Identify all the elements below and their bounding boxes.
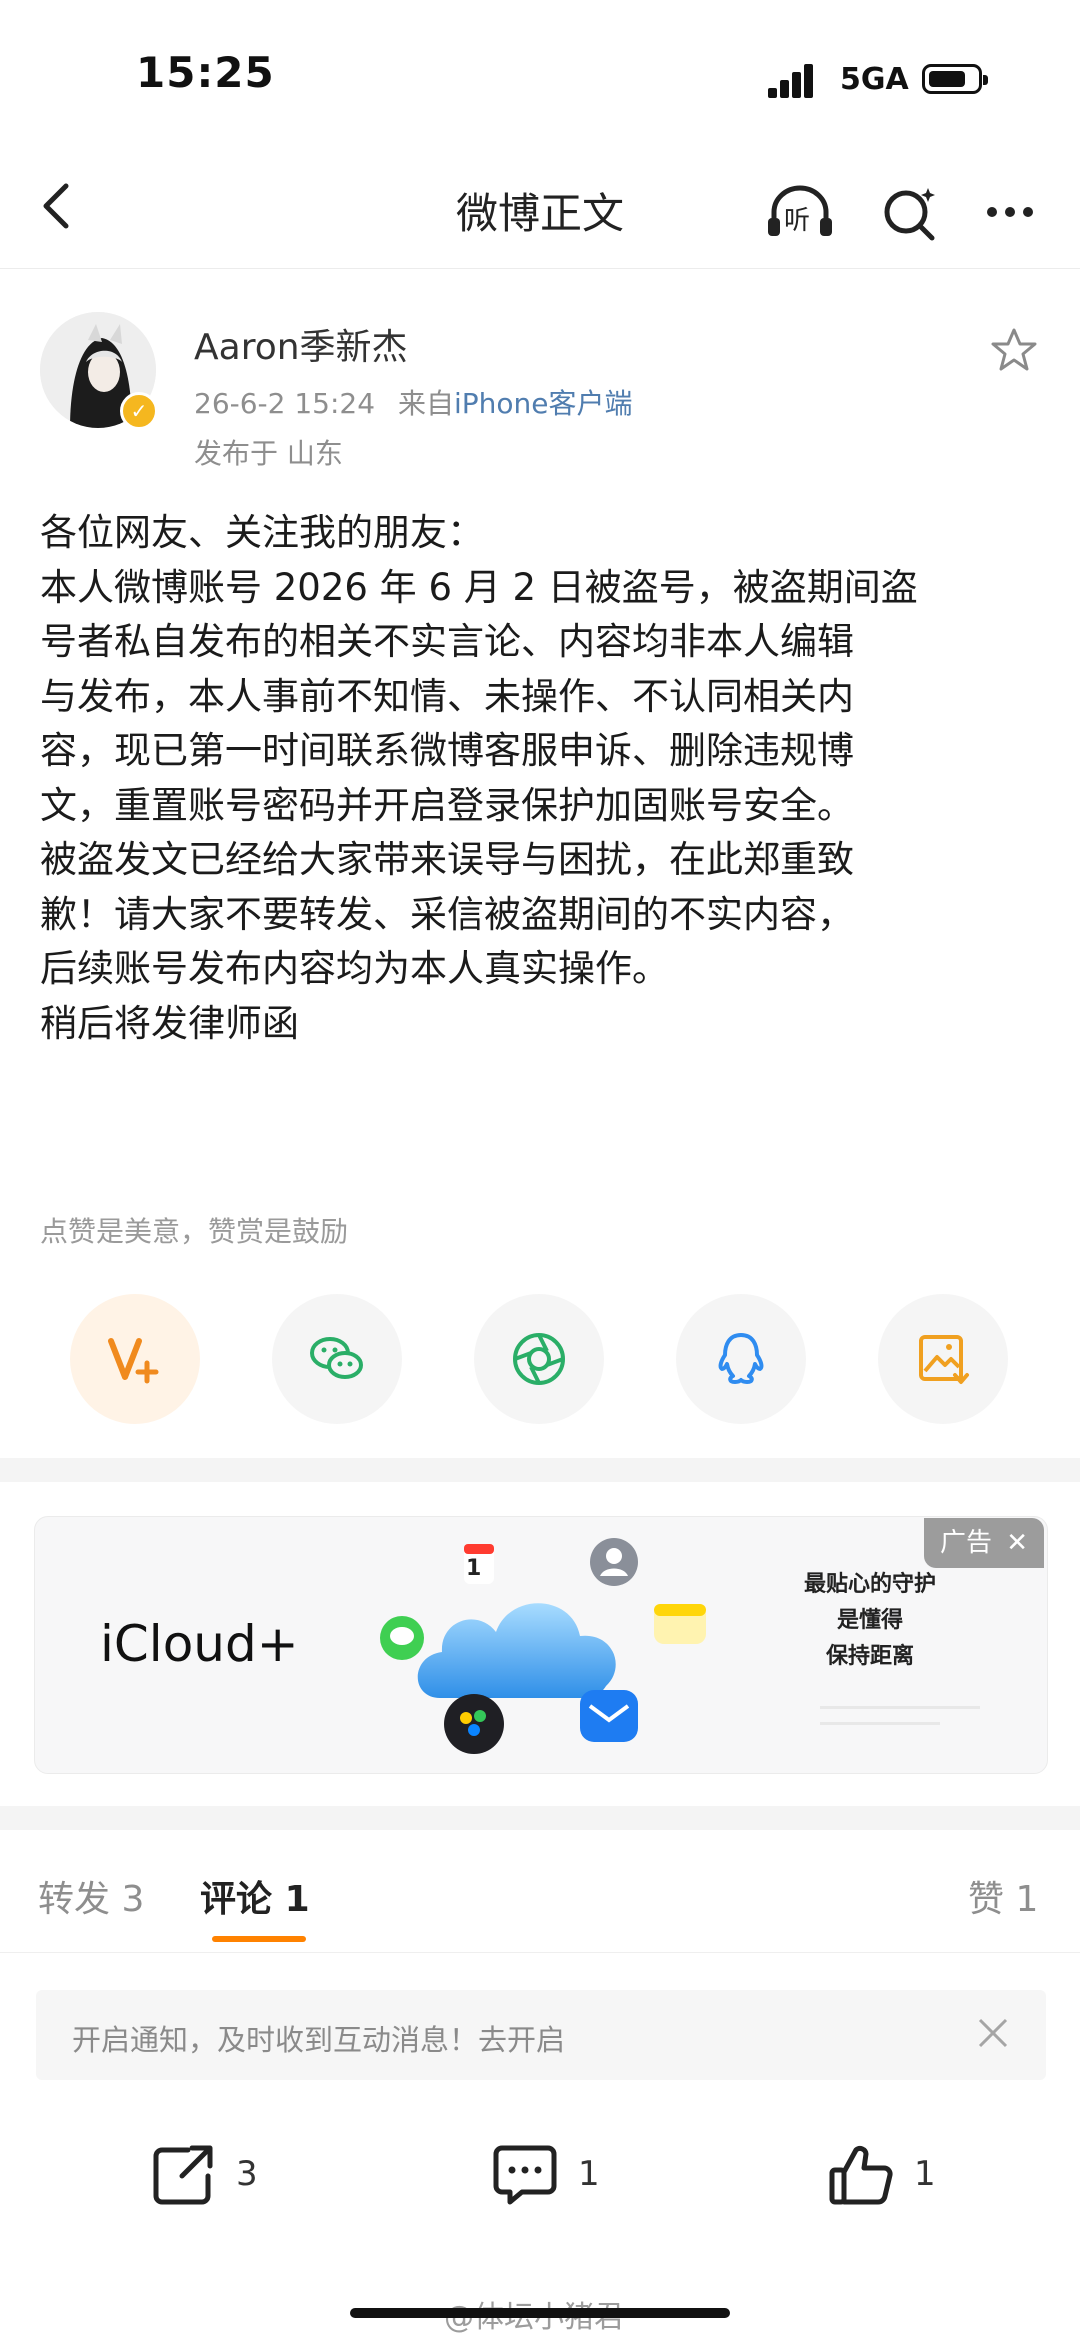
like-thumb-icon[interactable] bbox=[826, 2140, 896, 2210]
tab-repost-count: 3 bbox=[121, 1879, 145, 1920]
tab-comment-label: 评论 bbox=[200, 1879, 273, 1920]
post-line: 本人微博账号 2026 年 6 月 2 日被盗号，被盗期间盗 bbox=[40, 565, 918, 609]
save-image-button[interactable] bbox=[878, 1294, 1008, 1424]
ad-brand: iCloud+ bbox=[100, 1615, 299, 1673]
ad-tagline-1: 最贴心的守护 bbox=[803, 1572, 936, 1597]
tabs-divider bbox=[0, 1952, 1080, 1953]
repost-count: 3 bbox=[236, 2154, 258, 2194]
post-location: 发布于 山东 bbox=[194, 437, 343, 470]
moments-icon bbox=[513, 1333, 565, 1385]
post-body: 各位网友、关注我的朋友： 本人微博账号 2026 年 6 月 2 日被盗号，被盗… bbox=[40, 506, 1050, 1051]
nav-divider bbox=[0, 268, 1080, 269]
reward-button[interactable] bbox=[70, 1294, 200, 1424]
post-line: 容，现已第一时间联系微博客服申诉、删除违规博 bbox=[40, 729, 854, 772]
post-line: 号者私自发布的相关不实言论、内容均非本人编辑 bbox=[40, 620, 854, 663]
post-line: 各位网友、关注我的朋友： bbox=[40, 511, 484, 554]
post-source-prefix: 来自 bbox=[397, 387, 454, 420]
reward-tip: 点赞是美意，赞赏是鼓励 bbox=[40, 1215, 349, 1248]
ad-tagline-3: 保持距离 bbox=[825, 1644, 914, 1669]
home-indicator[interactable] bbox=[350, 2308, 730, 2318]
comment-icon[interactable] bbox=[490, 2140, 560, 2210]
post-line: 稍后将发律师函 bbox=[40, 1001, 299, 1045]
close-icon[interactable] bbox=[972, 2012, 1014, 2054]
comment-count: 1 bbox=[578, 2154, 600, 2194]
network-label: 5GA bbox=[840, 62, 909, 97]
ad-calendar-number: 1 bbox=[466, 1556, 482, 1581]
icloud-illustration bbox=[380, 1538, 706, 1754]
tab-like-label: 赞 bbox=[968, 1879, 1005, 1920]
ad-tag[interactable]: 广告 ✕ bbox=[924, 1518, 1044, 1568]
more-icon[interactable] bbox=[978, 182, 1050, 244]
post-line: 后续账号发布内容均为本人真实操作。 bbox=[40, 947, 669, 990]
reward-v-icon bbox=[108, 1338, 159, 1384]
share-qq-button[interactable] bbox=[676, 1294, 806, 1424]
verified-badge-icon: ✓ bbox=[120, 392, 158, 430]
post-line: 与发布，本人事前不知情、未操作、不认同相关内 bbox=[40, 674, 854, 718]
share-moments-button[interactable] bbox=[474, 1294, 604, 1424]
listen-icon[interactable]: 听 bbox=[764, 182, 836, 244]
tab-comment-count: 1 bbox=[284, 1879, 310, 1920]
search-icon[interactable] bbox=[876, 182, 948, 244]
tab-comment[interactable]: 评论 1 bbox=[200, 1870, 310, 1922]
signal-icon bbox=[768, 62, 824, 98]
ad-tagline-2: 是懂得 bbox=[836, 1608, 903, 1633]
wechat-icon bbox=[310, 1337, 363, 1379]
post-source[interactable]: iPhone客户端 bbox=[454, 387, 633, 420]
post-line: 歉！请大家不要转发、采信被盗期间的不实内容， bbox=[40, 892, 854, 936]
post-line: 被盗发文已经给大家带来误导与困扰，在此郑重致 bbox=[40, 838, 854, 881]
author-name[interactable]: Aaron季新杰 bbox=[194, 318, 408, 370]
post-timestamp: 26-6-2 15:24 bbox=[194, 387, 376, 420]
section-gap bbox=[0, 1458, 1080, 1482]
battery-icon bbox=[922, 64, 988, 94]
tab-like[interactable]: 赞 1 bbox=[968, 1870, 1038, 1922]
tab-like-count: 1 bbox=[1015, 1879, 1039, 1920]
tab-repost-label: 转发 bbox=[38, 1879, 111, 1920]
ad-close-icon[interactable]: ✕ bbox=[1006, 1528, 1028, 1558]
save-image-icon bbox=[919, 1335, 969, 1384]
listen-icon-label: 听 bbox=[784, 206, 811, 236]
tab-repost[interactable]: 转发 3 bbox=[38, 1870, 144, 1922]
post-meta: 26-6-2 15:24 来自iPhone客户端 bbox=[194, 382, 633, 422]
notification-text[interactable]: 开启通知，及时收到互动消息！去开启 bbox=[72, 2017, 565, 2059]
ad-decoration bbox=[820, 1722, 940, 1725]
section-gap bbox=[0, 1806, 1080, 1830]
ad-decoration bbox=[820, 1706, 980, 1709]
post-line: 文，重置账号密码并开启登录保护加固账号安全。 bbox=[40, 783, 854, 827]
status-time: 15:25 bbox=[136, 48, 275, 97]
favorite-star-icon[interactable] bbox=[990, 326, 1038, 374]
active-tab-indicator bbox=[212, 1936, 306, 1942]
repost-icon[interactable] bbox=[148, 2140, 218, 2210]
ad-tag-label: 广告 bbox=[939, 1528, 992, 1558]
qq-icon bbox=[718, 1333, 764, 1384]
share-wechat-button[interactable] bbox=[272, 1294, 402, 1424]
like-count: 1 bbox=[914, 2154, 936, 2194]
